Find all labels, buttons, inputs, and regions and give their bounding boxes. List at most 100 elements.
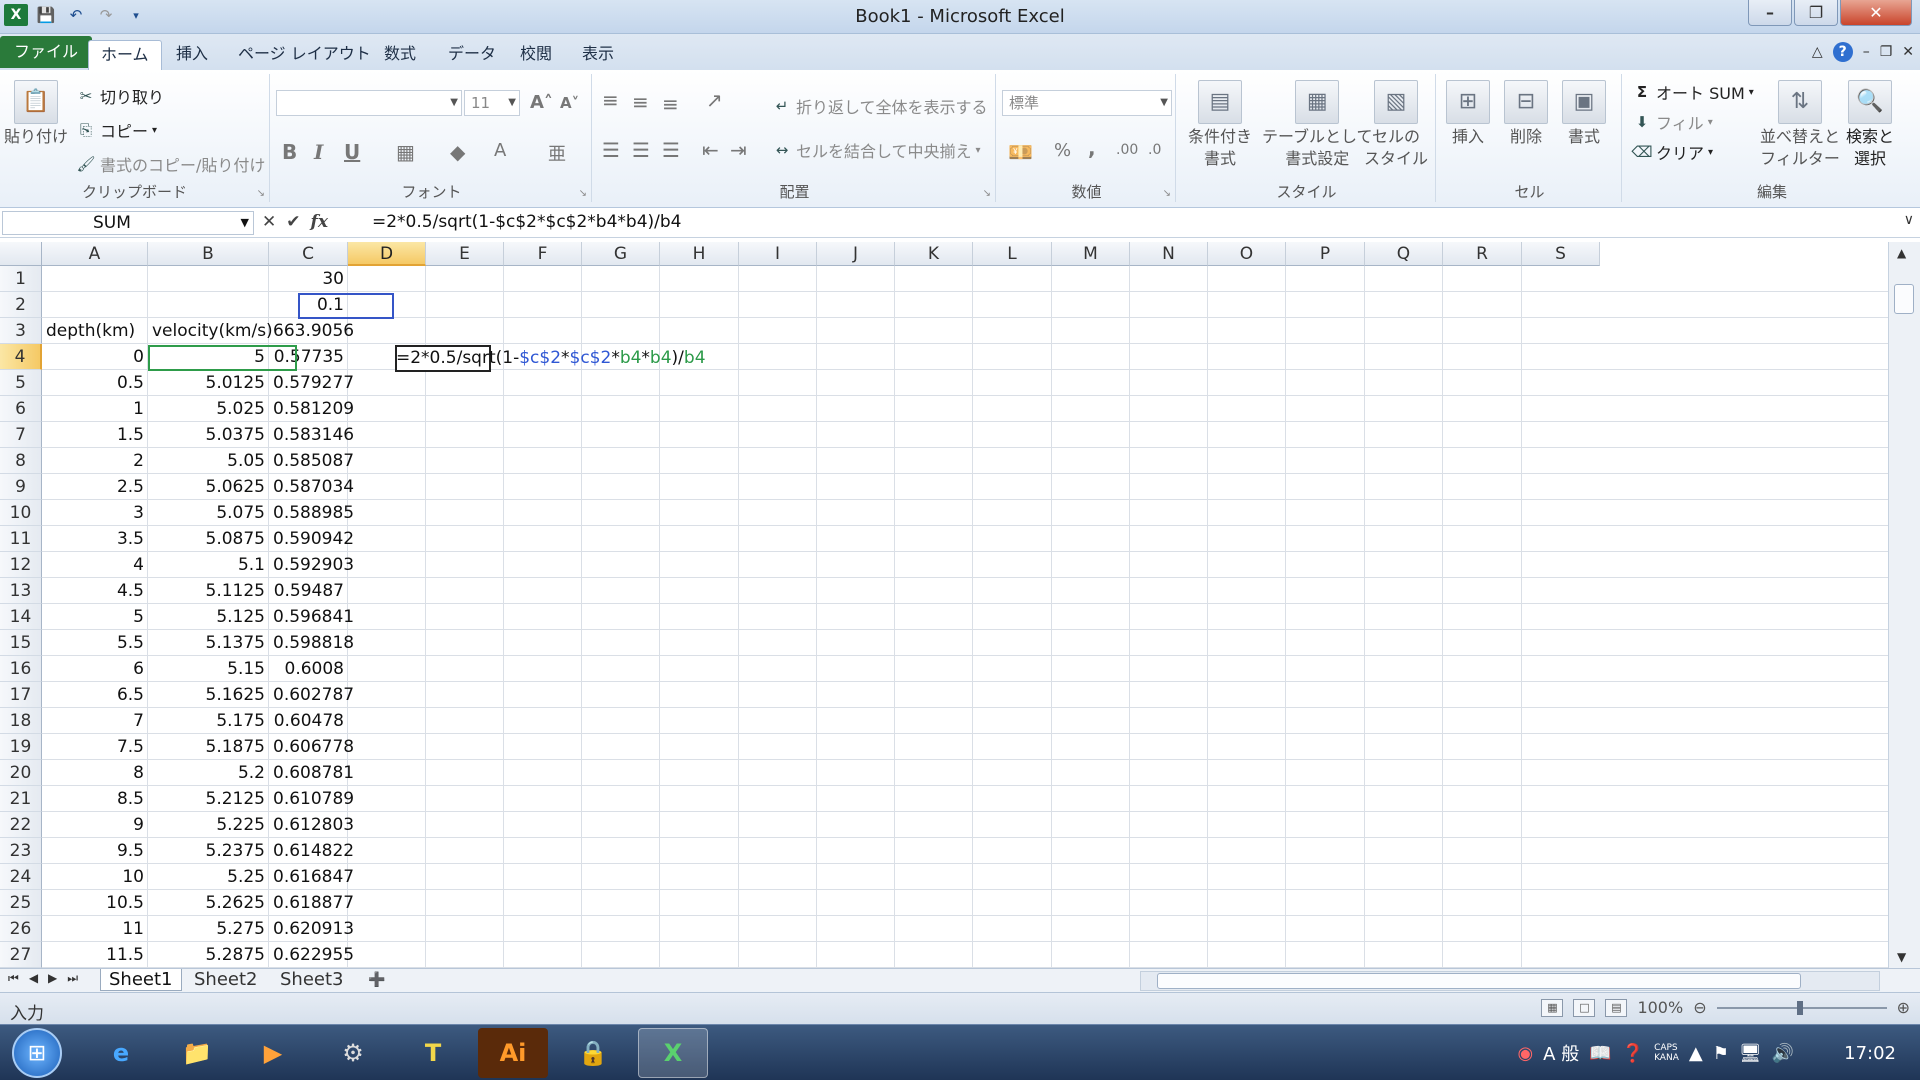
minimize-ribbon-icon[interactable]: △ (1812, 44, 1823, 60)
tab-page-layout[interactable]: ページ レイアウト (226, 40, 383, 70)
row-header-6[interactable]: 6 (0, 396, 42, 422)
help-icon[interactable]: ? (1832, 42, 1853, 62)
column-header-o[interactable]: O (1208, 242, 1286, 266)
save-icon[interactable]: 💾 (34, 4, 58, 26)
shrink-font-icon[interactable]: A˅ (560, 94, 579, 112)
cell-c13[interactable]: 0.59487 (269, 578, 348, 604)
prev-sheet-icon[interactable]: ◀ (29, 971, 38, 986)
row-header-14[interactable]: 14 (0, 604, 42, 630)
name-box[interactable]: SUM ▼ (2, 211, 254, 235)
cell-b18[interactable]: 5.175 (148, 708, 269, 734)
column-header-e[interactable]: E (426, 242, 504, 266)
cell-a8[interactable]: 2 (42, 448, 148, 474)
zoom-in-icon[interactable]: ⊕ (1897, 998, 1910, 1017)
row-header-9[interactable]: 9 (0, 474, 42, 500)
copy-button[interactable]: ⎘ コピー ▾ (76, 118, 157, 142)
cell-b12[interactable]: 5.1 (148, 552, 269, 578)
tab-data[interactable]: データ (436, 40, 508, 70)
cell-c5[interactable]: 0.579277 (269, 370, 354, 396)
align-middle-icon[interactable]: ≡ (632, 90, 649, 114)
cut-button[interactable]: ✂ 切り取り (76, 84, 164, 108)
decrease-decimal-icon[interactable]: .0 (1148, 142, 1161, 158)
decrease-indent-icon[interactable]: ⇤ (702, 138, 719, 162)
cell-c22[interactable]: 0.612803 (269, 812, 354, 838)
normal-view-icon[interactable]: ▦ (1541, 998, 1564, 1017)
scroll-up-icon[interactable]: ▲ (1897, 246, 1906, 260)
comma-button[interactable]: , (1088, 136, 1096, 160)
cell-a6[interactable]: 1 (42, 396, 148, 422)
column-header-r[interactable]: R (1443, 242, 1522, 266)
cell-c14[interactable]: 0.596841 (269, 604, 354, 630)
cell-c24[interactable]: 0.616847 (269, 864, 354, 890)
row-header-4[interactable]: 4 (0, 344, 42, 370)
cell-a27[interactable]: 11.5 (42, 942, 148, 968)
cell-a20[interactable]: 8 (42, 760, 148, 786)
row-header-15[interactable]: 15 (0, 630, 42, 656)
row-header-1[interactable]: 1 (0, 266, 42, 292)
row-header-13[interactable]: 13 (0, 578, 42, 604)
network-icon[interactable]: 🖥 (1739, 1043, 1762, 1064)
cell-b26[interactable]: 5.275 (148, 916, 269, 942)
cell-a9[interactable]: 2.5 (42, 474, 148, 500)
grow-font-icon[interactable]: A˄ (530, 92, 553, 113)
cell-b17[interactable]: 5.1625 (148, 682, 269, 708)
clipboard-launcher-icon[interactable]: ↘ (257, 188, 265, 199)
font-color-icon[interactable]: A (494, 140, 506, 161)
row-header-10[interactable]: 10 (0, 500, 42, 526)
row-header-24[interactable]: 24 (0, 864, 42, 890)
last-sheet-icon[interactable]: ⏭ (67, 971, 78, 986)
zoom-level[interactable]: 100% (1637, 998, 1683, 1017)
align-left-icon[interactable]: ☰ (602, 138, 620, 162)
cell-a12[interactable]: 4 (42, 552, 148, 578)
cell-b21[interactable]: 5.2125 (148, 786, 269, 812)
cell-a10[interactable]: 3 (42, 500, 148, 526)
row-header-5[interactable]: 5 (0, 370, 42, 396)
cell-b24[interactable]: 5.25 (148, 864, 269, 890)
format-as-table-button[interactable]: ▦ テーブルとして 書式設定 (1262, 80, 1373, 170)
cell-a25[interactable]: 10.5 (42, 890, 148, 916)
row-header-18[interactable]: 18 (0, 708, 42, 734)
cell-a4[interactable]: 0 (42, 344, 148, 370)
cell-c9[interactable]: 0.587034 (269, 474, 354, 500)
underline-button[interactable]: U (344, 140, 360, 164)
illustrator-taskbar-icon[interactable]: Ai (478, 1028, 548, 1078)
column-header-c[interactable]: C (269, 242, 348, 266)
column-header-b[interactable]: B (148, 242, 269, 266)
horizontal-scrollbar[interactable] (1140, 971, 1880, 991)
cell-c23[interactable]: 0.614822 (269, 838, 354, 864)
excel-taskbar-icon[interactable]: X (638, 1028, 708, 1078)
column-header-h[interactable]: H (660, 242, 739, 266)
cell-c12[interactable]: 0.592903 (269, 552, 354, 578)
in-cell-formula-editor[interactable]: =2*0.5/sqrt(1-$c$2*$c$2*b4*b4)/b4 (396, 345, 706, 371)
align-right-icon[interactable]: ☰ (662, 138, 680, 162)
tab-insert[interactable]: 挿入 (164, 40, 220, 70)
increase-decimal-icon[interactable]: .00 (1116, 142, 1138, 158)
cell-b7[interactable]: 5.0375 (148, 422, 269, 448)
row-header-25[interactable]: 25 (0, 890, 42, 916)
cell-a21[interactable]: 8.5 (42, 786, 148, 812)
cell-c16[interactable]: 0.6008 (269, 656, 348, 682)
column-header-n[interactable]: N (1130, 242, 1208, 266)
flag-icon[interactable]: ⚑ (1713, 1043, 1729, 1064)
paste-button[interactable]: 📋 貼り付け (4, 80, 68, 148)
cell-c26[interactable]: 0.620913 (269, 916, 354, 942)
scanner-taskbar-icon[interactable]: ⚙ (318, 1028, 388, 1078)
cell-b23[interactable]: 5.2375 (148, 838, 269, 864)
cell-a15[interactable]: 5.5 (42, 630, 148, 656)
number-launcher-icon[interactable]: ↘ (1163, 188, 1171, 199)
cell-b22[interactable]: 5.225 (148, 812, 269, 838)
ime-mode[interactable]: A 般 (1543, 1040, 1579, 1066)
font-launcher-icon[interactable]: ↘ (579, 188, 587, 199)
tab-review[interactable]: 校閲 (508, 40, 564, 70)
column-header-d[interactable]: D (348, 242, 426, 266)
restore-button[interactable]: ❐ (1794, 0, 1838, 26)
column-header-a[interactable]: A (42, 242, 148, 266)
undo-icon[interactable]: ↶ (64, 4, 88, 26)
cell-b3[interactable]: velocity(km/s) (148, 318, 273, 344)
cell-a13[interactable]: 4.5 (42, 578, 148, 604)
cell-b9[interactable]: 5.0625 (148, 474, 269, 500)
row-header-17[interactable]: 17 (0, 682, 42, 708)
insert-function-icon[interactable]: fx (311, 212, 328, 232)
cell-b13[interactable]: 5.1125 (148, 578, 269, 604)
accounting-format-icon[interactable]: 💴 (1008, 140, 1033, 164)
